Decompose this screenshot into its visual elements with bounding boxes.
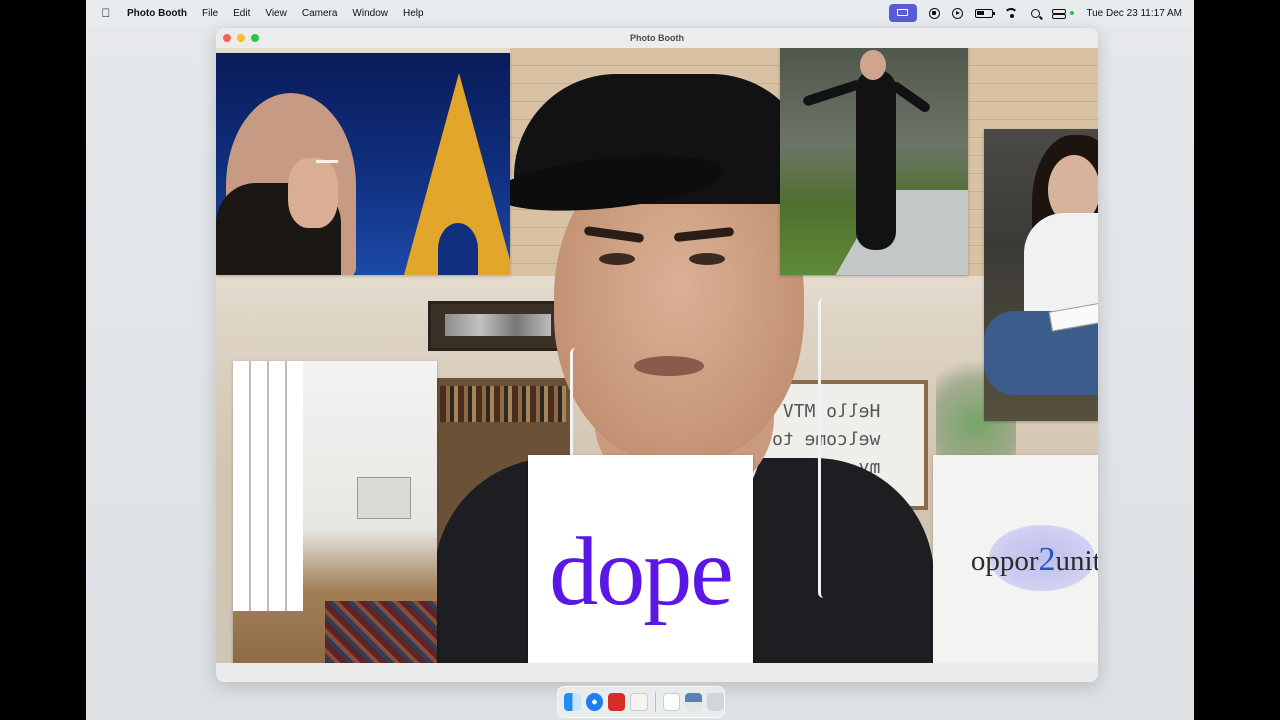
- opportunity-logo-card: oppor2unity: [933, 455, 1098, 663]
- apple-menu-icon[interactable]: : [100, 6, 112, 20]
- document-icon[interactable]: [662, 693, 680, 711]
- desktop:  Photo Booth File Edit View Camera Wind…: [86, 0, 1194, 720]
- dope-text-card: dope: [528, 455, 753, 663]
- menu-file[interactable]: File: [202, 8, 218, 19]
- opportunity-post: unity: [1055, 545, 1098, 577]
- man-arm-left: [801, 78, 863, 108]
- opportunity-two: 2: [1038, 541, 1056, 578]
- display-icon[interactable]: [929, 7, 941, 19]
- app-menu[interactable]: Photo Booth: [127, 8, 187, 19]
- dock-separator: [654, 692, 656, 712]
- battery-icon[interactable]: [975, 8, 996, 18]
- menu-view[interactable]: View: [265, 8, 287, 19]
- hand: [288, 158, 338, 228]
- opportunity-word: oppor2unity: [933, 541, 1098, 579]
- screen-share-icon[interactable]: [889, 4, 918, 22]
- trash-icon[interactable]: [706, 693, 725, 711]
- photo-booth-icon[interactable]: [608, 693, 626, 711]
- search-icon[interactable]: [1031, 8, 1041, 18]
- wifi-icon[interactable]: [1005, 8, 1019, 18]
- control-center-icon[interactable]: [1052, 8, 1067, 19]
- finder-icon[interactable]: [564, 693, 582, 711]
- camera-preview: Hello MTV welcome to my...: [216, 48, 1098, 663]
- right-eye: [689, 253, 725, 265]
- eiffel-tower-photo: [216, 53, 510, 275]
- menu-camera[interactable]: Camera: [302, 8, 338, 19]
- safari-icon[interactable]: [586, 693, 604, 711]
- hallway-interior-photo: [233, 361, 437, 663]
- menu-help[interactable]: Help: [403, 8, 424, 19]
- cigarette: [316, 160, 338, 163]
- menu-bar:  Photo Booth File Edit View Camera Wind…: [86, 0, 1194, 26]
- wall-artwork: [357, 477, 411, 519]
- window-titlebar[interactable]: Photo Booth: [216, 28, 1098, 48]
- photo-booth-window: Photo Booth Hello MTV welcome to my...: [216, 28, 1098, 682]
- menu-clock[interactable]: Tue Dec 23 11:17 AM: [1086, 8, 1182, 19]
- left-eye: [599, 253, 635, 265]
- notes-icon[interactable]: [630, 693, 648, 711]
- camera-in-use-indicator: [1070, 11, 1075, 15]
- mouth: [634, 356, 704, 376]
- man-head: [860, 50, 886, 80]
- window-title: Photo Booth: [630, 33, 684, 43]
- tall-windows: [233, 361, 303, 611]
- persian-rug: [325, 601, 437, 663]
- status-area: Tue Dec 23 11:17 AM: [889, 0, 1182, 26]
- menu-edit[interactable]: Edit: [233, 8, 250, 19]
- opportunity-pre: oppor: [970, 545, 1039, 577]
- walking-man-photo: [780, 48, 968, 275]
- earphone-cable-right: [818, 298, 829, 598]
- preview-icon[interactable]: [684, 693, 702, 711]
- dope-word: dope: [549, 518, 734, 626]
- tower-arch: [438, 223, 478, 275]
- man-body: [856, 70, 896, 250]
- dock: [557, 686, 725, 718]
- menu-window[interactable]: Window: [352, 8, 388, 19]
- play-icon[interactable]: [952, 7, 964, 19]
- woman-writing-photo: [984, 129, 1098, 421]
